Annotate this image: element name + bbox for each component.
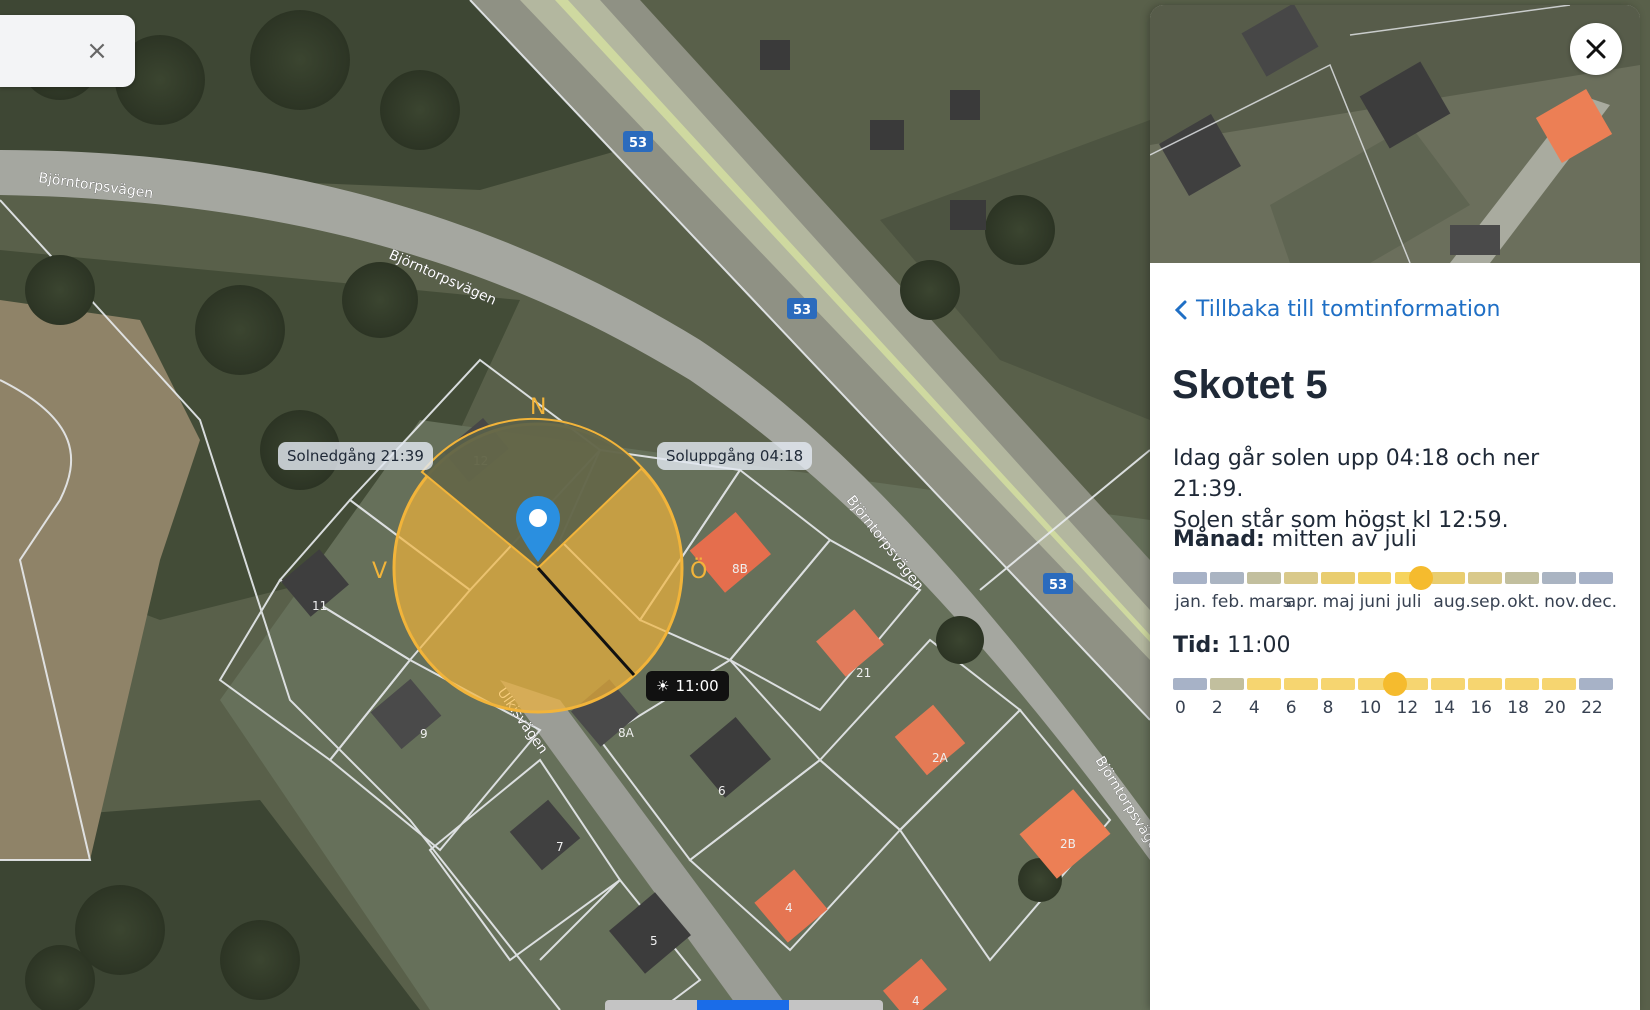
sun-description: Idag går solen upp 04:18 och ner 21:39. … bbox=[1173, 443, 1613, 536]
tick-label: 14 bbox=[1433, 698, 1456, 718]
tick-label: 8 bbox=[1322, 698, 1334, 718]
slider-segment[interactable] bbox=[1468, 678, 1503, 690]
month-label-row: Månad: mitten av juli bbox=[1173, 527, 1417, 552]
month-slider[interactable] bbox=[1173, 566, 1616, 590]
tick-label: 12 bbox=[1396, 698, 1419, 718]
svg-text:V: V bbox=[372, 559, 387, 584]
tick-label: jan. bbox=[1175, 592, 1207, 612]
time-label: Tid: bbox=[1173, 633, 1221, 658]
tick-label: dec. bbox=[1581, 592, 1618, 612]
slider-segment[interactable] bbox=[1246, 572, 1281, 584]
svg-text:8A: 8A bbox=[618, 726, 635, 740]
svg-text:8B: 8B bbox=[732, 562, 748, 576]
slider-segment[interactable] bbox=[1468, 572, 1503, 584]
aerial-thumbnail bbox=[1150, 5, 1640, 263]
svg-text:4: 4 bbox=[912, 994, 920, 1008]
svg-text:Ö: Ö bbox=[690, 558, 707, 584]
slider-segment[interactable] bbox=[1173, 572, 1207, 584]
close-panel-button[interactable] bbox=[1570, 23, 1622, 75]
svg-text:53: 53 bbox=[1049, 578, 1067, 593]
slider-segment[interactable] bbox=[1542, 572, 1577, 584]
svg-text:2A: 2A bbox=[932, 751, 949, 765]
svg-text:21: 21 bbox=[856, 666, 871, 680]
sunset-label: Solnedgång 21:39 bbox=[278, 442, 433, 470]
tick-label: 20 bbox=[1544, 698, 1566, 718]
tick-label: juni bbox=[1359, 592, 1391, 612]
svg-text:9: 9 bbox=[420, 727, 428, 741]
back-link-label: Tillbaka till tomtinformation bbox=[1196, 297, 1501, 322]
time-value: 11:00 bbox=[1227, 633, 1291, 658]
tick-label: maj bbox=[1322, 592, 1355, 612]
slider-segment[interactable] bbox=[1283, 678, 1318, 690]
tick-label: feb. bbox=[1211, 592, 1245, 612]
sun-time-label: 11:00 bbox=[675, 677, 719, 695]
svg-text:2B: 2B bbox=[1060, 837, 1076, 851]
tick-label: juli bbox=[1396, 592, 1422, 612]
bottom-scroll-indicator[interactable] bbox=[605, 1000, 883, 1010]
tick-label: 16 bbox=[1470, 698, 1492, 718]
slider-segment[interactable] bbox=[1209, 572, 1244, 584]
slider-segment[interactable] bbox=[1283, 572, 1318, 584]
info-panel: Tillbaka till tomtinformation Skotet 5 I… bbox=[1150, 5, 1640, 1010]
slider-segment[interactable] bbox=[1431, 572, 1466, 584]
tick-label: 0 bbox=[1175, 698, 1186, 718]
slider-segment[interactable] bbox=[1246, 678, 1281, 690]
tick-label: nov. bbox=[1544, 592, 1580, 612]
search-box[interactable]: × bbox=[0, 15, 135, 87]
highway-shield: 53 bbox=[787, 298, 817, 319]
tick-label: 18 bbox=[1507, 698, 1529, 718]
tick-label: aug. bbox=[1433, 592, 1471, 612]
sunrise-label: Soluppgång 04:18 bbox=[657, 442, 813, 470]
svg-text:53: 53 bbox=[793, 303, 811, 318]
tick-label: sep. bbox=[1470, 592, 1506, 612]
slider-segment[interactable] bbox=[1357, 572, 1392, 584]
bottom-scroll-thumb[interactable] bbox=[697, 1000, 789, 1010]
description-line: Idag går solen upp 04:18 och ner 21:39. bbox=[1173, 446, 1540, 502]
sun-icon: ☀ bbox=[656, 677, 670, 695]
slider-segment[interactable] bbox=[1505, 572, 1540, 584]
close-icon bbox=[1586, 39, 1606, 59]
slider-segment[interactable] bbox=[1505, 678, 1540, 690]
back-link[interactable]: Tillbaka till tomtinformation bbox=[1174, 297, 1500, 322]
close-icon[interactable]: × bbox=[85, 38, 109, 64]
slider-thumb[interactable] bbox=[1382, 672, 1407, 696]
slider-segment[interactable] bbox=[1579, 678, 1613, 690]
slider-segment[interactable] bbox=[1320, 678, 1355, 690]
svg-text:6: 6 bbox=[718, 784, 726, 798]
slider-segment[interactable] bbox=[1579, 572, 1613, 584]
slider-thumb[interactable] bbox=[1409, 566, 1434, 590]
slider-segment[interactable] bbox=[1173, 678, 1207, 690]
svg-text:5: 5 bbox=[650, 934, 658, 948]
page-title: Skotet 5 bbox=[1172, 363, 1328, 407]
highway-shield: 53 bbox=[623, 131, 653, 152]
svg-text:N: N bbox=[530, 395, 546, 420]
svg-text:11: 11 bbox=[312, 599, 327, 613]
slider-segment[interactable] bbox=[1209, 678, 1244, 690]
time-label-row: Tid: 11:00 bbox=[1173, 633, 1291, 658]
time-slider[interactable] bbox=[1173, 672, 1616, 696]
tick-label: 6 bbox=[1285, 698, 1297, 718]
month-ticks: jan. feb. mars apr. maj juni juli aug. sep. okt. n… bbox=[1173, 592, 1618, 614]
month-label: Månad: bbox=[1173, 527, 1265, 552]
svg-text:4: 4 bbox=[785, 901, 793, 915]
tick-label: 2 bbox=[1211, 698, 1223, 718]
highway-shield: 53 bbox=[1043, 573, 1073, 594]
slider-segment[interactable] bbox=[1542, 678, 1577, 690]
svg-text:53: 53 bbox=[629, 136, 647, 151]
tick-label: okt. bbox=[1507, 592, 1540, 612]
svg-text:7: 7 bbox=[556, 840, 564, 854]
tick-label: 10 bbox=[1359, 698, 1382, 718]
tick-label: 4 bbox=[1248, 698, 1260, 718]
tick-label: apr. bbox=[1285, 592, 1318, 612]
tick-label: 22 bbox=[1581, 698, 1603, 718]
slider-segment[interactable] bbox=[1320, 572, 1355, 584]
chevron-left-icon bbox=[1174, 300, 1187, 319]
month-value: mitten av juli bbox=[1271, 527, 1417, 552]
slider-segment[interactable] bbox=[1431, 678, 1466, 690]
time-ticks: 0 2 4 6 8 10 12 14 16 18 20 22 bbox=[1173, 698, 1616, 720]
sun-time-chip: ☀ 11:00 bbox=[646, 671, 729, 701]
